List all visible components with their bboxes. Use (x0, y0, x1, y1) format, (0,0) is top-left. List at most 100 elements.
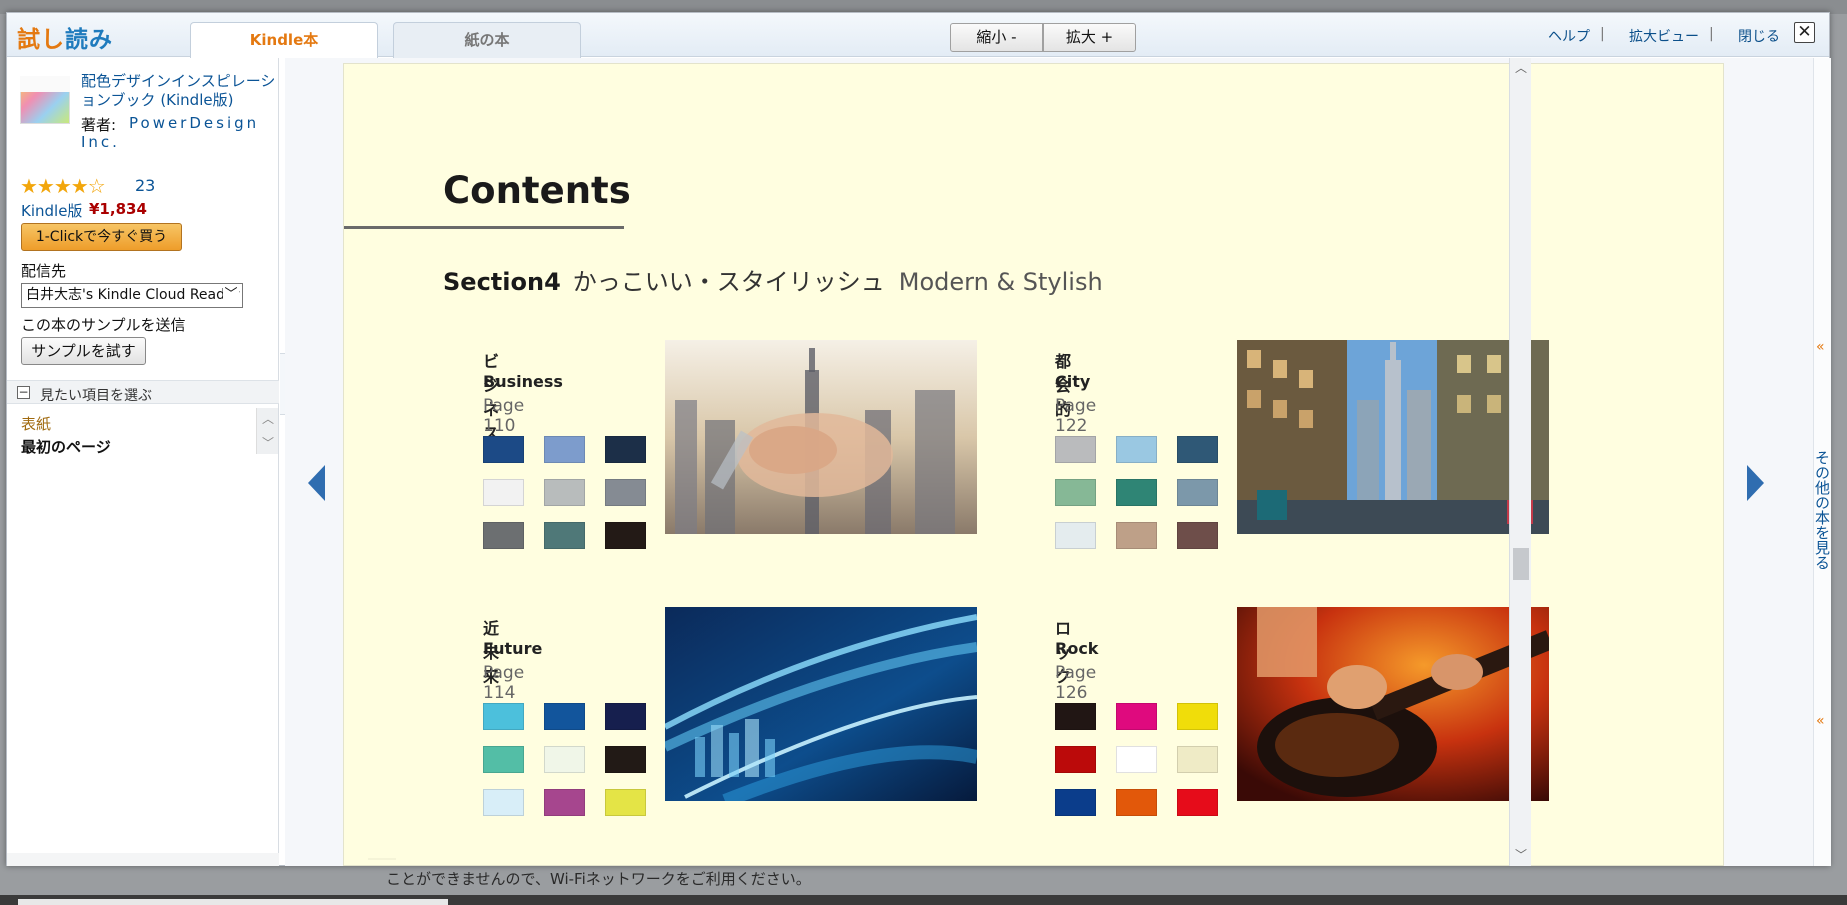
modal-header: 試し読み Kindle本 紙の本 縮小 - 拡大 + ヘルプ | 拡大ビュー |… (7, 13, 1829, 58)
color-swatch (1177, 522, 1218, 549)
color-swatch (483, 479, 524, 506)
look-inside-modal: 試し読み Kindle本 紙の本 縮小 - 拡大 + ヘルプ | 拡大ビュー |… (6, 12, 1831, 866)
toc-heading: 見たい項目を選ぶ (40, 388, 152, 404)
more-books-link[interactable]: その他の本を見る (1813, 450, 1831, 570)
chevron-left-double-icon[interactable]: « (1816, 339, 1825, 355)
tab-paper-book[interactable]: 紙の本 (393, 22, 581, 58)
look-inside-logo: 試し読み (17, 27, 113, 53)
price: ¥1,834 (89, 200, 147, 218)
theme-page-number: Page 122 (1055, 396, 1097, 436)
section-english: Modern & Stylish (898, 268, 1103, 296)
chevron-left-double-icon[interactable]: « (1816, 713, 1825, 729)
send-sample-label: この本のサンプルを送信 (21, 316, 186, 334)
author-link[interactable]: PowerDesign Inc. (81, 114, 279, 152)
chevron-down-icon: ﹀ (223, 284, 239, 307)
color-swatch (544, 789, 585, 816)
next-page-arrow-icon[interactable] (1743, 462, 1767, 504)
color-swatch (1177, 789, 1218, 816)
background-bottom-strip (18, 899, 448, 905)
prev-page-arrow-icon[interactable] (305, 462, 329, 504)
background-text: ことができませんので、Wi-Fiネットワークをご利用ください。 (386, 870, 811, 888)
chevron-down-icon[interactable]: ﹀ (1510, 845, 1532, 865)
close-icon[interactable]: ✕ (1794, 22, 1815, 43)
theme-english-name: Future (483, 639, 543, 658)
theme-english-name: City (1055, 372, 1091, 391)
zoom-view-link[interactable]: 拡大ビュー (1629, 26, 1699, 46)
color-swatch (1116, 522, 1157, 549)
theme-page-number: Page 110 (483, 396, 525, 436)
future-photo (665, 607, 977, 801)
star-rating-icon[interactable]: ★★★★☆ (20, 174, 106, 198)
header-separator: | (1709, 26, 1714, 42)
reader-area: Contents Section4 かっこいい・スタイリッシュ Modern & S… (285, 58, 1813, 866)
header-separator: | (1600, 26, 1605, 42)
close-link[interactable]: 閉じる (1738, 26, 1780, 46)
page-title: Contents (443, 169, 631, 212)
section-label: Section4 (443, 268, 561, 296)
color-swatch (605, 789, 646, 816)
sidebar-footer (7, 853, 279, 866)
color-swatch (605, 436, 646, 463)
deliver-to-select[interactable]: 白井大志's Kindle Cloud Reader ﹀ (21, 283, 243, 308)
toc-section-header[interactable]: − 見たい項目を選ぶ (7, 380, 279, 404)
city-photo (1237, 340, 1549, 534)
book-title-link[interactable]: 配色デザインインスピレーションブック (Kindle版) (81, 72, 276, 110)
section-japanese: かっこいい・スタイリッシュ (572, 268, 885, 296)
color-swatch (544, 522, 585, 549)
chevron-up-icon[interactable]: ︿ (257, 408, 279, 430)
color-swatch (1116, 703, 1157, 730)
color-swatch (1177, 746, 1218, 773)
color-swatch (1116, 479, 1157, 506)
section-heading: Section4 かっこいい・スタイリッシュ Modern & Stylish (443, 262, 1103, 297)
color-swatch (1177, 479, 1218, 506)
color-swatch (544, 479, 585, 506)
theme-page-number: Page 126 (1055, 663, 1097, 703)
deliver-to-label: 配信先 (21, 262, 67, 280)
color-swatch (1055, 789, 1096, 816)
theme-english-name: Rock (1055, 639, 1099, 658)
theme-english-name: Business (483, 372, 563, 391)
vertical-scrollbar[interactable]: ︿ ﹀ (1509, 58, 1531, 866)
color-swatch (483, 436, 524, 463)
tab-kindle[interactable]: Kindle本 (190, 22, 378, 58)
zoom-in-button[interactable]: 拡大 + (1043, 23, 1136, 52)
try-sample-button[interactable]: サンプルを試す (21, 337, 146, 365)
sidebar: 配色デザインインスピレーションブック (Kindle版) 著者: PowerDe… (7, 58, 279, 866)
color-swatch (1177, 703, 1218, 730)
color-swatch (605, 522, 646, 549)
toc-item-cover[interactable]: 表紙 (21, 413, 51, 434)
collapse-minus-icon[interactable]: − (17, 386, 30, 399)
help-link[interactable]: ヘルプ (1548, 26, 1590, 46)
color-swatch (483, 789, 524, 816)
color-swatch (483, 703, 524, 730)
color-swatch (1055, 522, 1096, 549)
toc-item-first-page[interactable]: 最初のページ (21, 436, 111, 457)
color-swatch (544, 703, 585, 730)
book-cover-top (20, 76, 70, 92)
toc-scrollbar[interactable]: ︿ ﹀ (256, 408, 278, 454)
color-swatch (605, 703, 646, 730)
color-swatch (1055, 436, 1096, 463)
color-swatch (544, 436, 585, 463)
color-swatch (483, 522, 524, 549)
theme-page-number: Page 114 (483, 663, 525, 703)
rating-count-link[interactable]: 23 (135, 176, 155, 195)
chevron-up-icon[interactable]: ︿ (1510, 58, 1532, 78)
color-swatch (483, 746, 524, 773)
color-swatch (1055, 479, 1096, 506)
color-swatch (1177, 436, 1218, 463)
zoom-out-button[interactable]: 縮小 - (950, 23, 1043, 52)
more-books-panel[interactable]: « その他の本を見る « (1813, 58, 1831, 866)
one-click-buy-button[interactable]: 1-Clickで今すぐ買う (21, 223, 182, 251)
format-label: Kindle版 (21, 202, 83, 220)
business-photo (665, 340, 977, 534)
scrollbar-thumb[interactable] (1513, 548, 1529, 580)
color-swatch (605, 746, 646, 773)
chevron-down-icon[interactable]: ﹀ (257, 432, 279, 454)
color-swatch (544, 746, 585, 773)
rock-photo (1237, 607, 1549, 801)
page-corner (368, 842, 396, 860)
color-swatch (1116, 436, 1157, 463)
title-divider (344, 226, 624, 229)
deliver-to-value: 白井大志's Kindle Cloud Reader (26, 287, 240, 303)
